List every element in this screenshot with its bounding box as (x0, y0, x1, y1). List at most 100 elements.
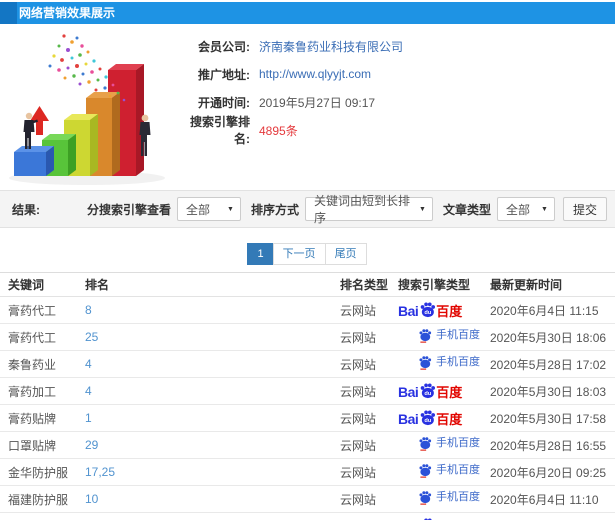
rank-link[interactable]: 8 (85, 303, 92, 317)
col-rank-type: 排名类型 (340, 278, 389, 292)
keyword-cell: 秦鲁药业 (8, 357, 57, 372)
engine-cell: Bai du 百度 手机百度 (398, 382, 490, 400)
sort-filter-select[interactable]: 关键词由短到长排序 ▼ (304, 194, 433, 225)
engine-cell: Bai du 百度 手机百度 (398, 490, 490, 508)
table-body: 膏药代工 8 云网站 Bai du 百度 2020年6月4日 11:15 膏药代… (0, 297, 615, 520)
engine-rank-count: 4895条 (259, 123, 298, 138)
rank-link[interactable]: 4 (85, 384, 92, 398)
col-keyword: 关键词 (8, 278, 45, 292)
table-row: 秦鲁药业 4 云网站 Bai du 百度 (0, 351, 615, 378)
baidu-paw-icon: du (420, 410, 436, 426)
baidu-cn-text: 百度 (436, 412, 463, 427)
rank-type-cell: 云网站 (340, 357, 377, 372)
chevron-down-icon: ▼ (419, 206, 426, 213)
url-label: 推广地址: (198, 67, 250, 82)
open-time-label: 开通时间: (198, 95, 250, 110)
rank-link[interactable]: 4 (85, 357, 92, 371)
baidu-logo: Bai du 百度 (398, 409, 462, 426)
last-page-button[interactable]: 尾页 (324, 243, 367, 265)
rank-link[interactable]: 25 (85, 330, 98, 344)
company-link[interactable]: 济南秦鲁药业科技有限公司 (259, 38, 403, 55)
rank-type-cell: 云网站 (340, 411, 377, 426)
company-label: 会员公司: (198, 39, 250, 54)
baidu-paw-icon: du (420, 302, 436, 318)
table-row: 膏药代工 8 云网站 Bai du 百度 2020年6月4日 11:15 (0, 297, 615, 324)
page: 网络营销效果展示 会员公司: 济南秦鲁药业科技有限公司 推广地址: http:/… (0, 0, 615, 520)
rank-type-cell: 云网站 (340, 384, 377, 399)
updated-cell: 2020年6月4日 11:10 (490, 492, 599, 507)
engine-cell: Bai du 百度 手机百度 (398, 463, 490, 481)
table-row: 膏药代工 25 云网站 Bai du 百度 (0, 324, 615, 351)
updated-cell: 2020年5月30日 18:03 (490, 384, 607, 399)
mobile-baidu-text: 手机百度 (436, 491, 480, 503)
rank-link[interactable]: 17,25 (85, 465, 115, 479)
updated-cell: 2020年5月30日 17:58 (490, 411, 607, 426)
mobile-baidu-paw-icon (419, 464, 432, 478)
mobile-baidu-logo: 手机百度 (418, 436, 480, 451)
article-filter-select[interactable]: 全部 ▼ (496, 197, 555, 221)
rank-link[interactable]: 29 (85, 438, 98, 452)
rank-type-cell: 云网站 (340, 465, 377, 480)
baidu-paw-icon: du (420, 383, 436, 399)
updated-cell: 2020年5月30日 18:06 (490, 330, 607, 345)
submit-button[interactable]: 提交 (562, 197, 607, 221)
updated-cell: 2020年5月28日 16:55 (490, 438, 607, 453)
rank-type-cell: 云网站 (340, 330, 377, 345)
mobile-baidu-text: 手机百度 (436, 329, 480, 341)
article-filter-label: 文章类型 (442, 202, 491, 217)
mobile-baidu-paw-icon (419, 356, 432, 370)
page-1-button[interactable]: 1 (247, 243, 274, 265)
mobile-baidu-text: 手机百度 (436, 464, 480, 476)
updated-cell: 2020年6月20日 09:25 (490, 465, 607, 480)
next-page-button[interactable]: 下一页 (272, 243, 326, 265)
mobile-baidu-logo: 手机百度 (418, 355, 480, 370)
svg-text:du: du (425, 391, 432, 397)
promo-url-link[interactable]: http://www.qlyyjt.com (259, 67, 371, 81)
updated-cell: 2020年6月4日 11:15 (490, 303, 599, 318)
table-row: 膏药贴牌 1 云网站 Bai du 百度 2020年5月30日 17:58 (0, 405, 615, 432)
rank-type-cell: 云网站 (340, 303, 377, 318)
rank-link[interactable]: 10 (85, 492, 98, 506)
table-row: Bai du 百度 手机百度 (0, 513, 615, 520)
engine-cell: Bai du 百度 手机百度 (398, 301, 490, 319)
filter-bar: 结果: 分搜索引擎查看 全部 ▼ 排序方式 关键词由短到长排序 ▼ 文章类型 全… (0, 190, 615, 228)
table-row: 福建防护服 10 云网站 Bai du 百度 (0, 486, 615, 513)
table-header-row: 关键词 排名 排名类型 搜索引擎类型 最新更新时间 (0, 273, 615, 297)
mobile-baidu-paw-icon (419, 329, 432, 343)
title-bar: 网络营销效果展示 (0, 2, 615, 24)
baidu-cn-text: 百度 (436, 385, 463, 400)
info-row-url: 推广地址: http://www.qlyyjt.com (178, 60, 403, 88)
result-label: 结果: (12, 202, 40, 217)
table-row: 膏药加工 4 云网站 Bai du 百度 2020年5月30日 18:03 (0, 378, 615, 405)
engine-rank-label: 搜索引擎排名: (189, 115, 250, 146)
mobile-baidu-logo: 手机百度 (418, 490, 480, 505)
col-rank: 排名 (85, 278, 110, 292)
chevron-down-icon: ▼ (227, 206, 234, 213)
keyword-cell: 膏药加工 (8, 384, 57, 399)
rank-link[interactable]: 1 (85, 411, 92, 425)
chevron-down-icon: ▼ (541, 206, 548, 213)
baidu-bai-text: Bai (398, 384, 419, 400)
engine-filter-select[interactable]: 全部 ▼ (176, 197, 241, 221)
table-row: 金华防护服 17,25 云网站 Bai du 百度 (0, 459, 615, 486)
updated-cell: 2020年5月28日 17:02 (490, 357, 607, 372)
keyword-cell: 膏药代工 (8, 303, 57, 318)
engine-cell: Bai du 百度 手机百度 (398, 355, 490, 373)
sort-filter-label: 排序方式 (250, 202, 299, 217)
mobile-baidu-paw-icon (419, 437, 432, 451)
keyword-cell: 金华防护服 (8, 465, 69, 480)
engine-cell: Bai du 百度 手机百度 (398, 436, 490, 454)
keyword-cell: 膏药代工 (8, 330, 57, 345)
mobile-baidu-text: 手机百度 (436, 437, 480, 449)
col-updated: 最新更新时间 (490, 278, 563, 292)
engine-cell: Bai du 百度 手机百度 (398, 328, 490, 346)
baidu-cn-text: 百度 (436, 304, 463, 319)
svg-text:du: du (425, 310, 432, 316)
rank-type-cell: 云网站 (340, 492, 377, 507)
col-engine-type: 搜索引擎类型 (398, 278, 471, 292)
info-row-engine-rank: 搜索引擎排名: 4895条 (178, 115, 403, 146)
keyword-cell: 膏药贴牌 (8, 411, 57, 426)
results-table: 关键词 排名 排名类型 搜索引擎类型 最新更新时间 膏药代工 8 云网站 Bai… (0, 272, 615, 520)
keyword-cell: 福建防护服 (8, 492, 69, 507)
growth-chart-illustration (9, 34, 165, 185)
